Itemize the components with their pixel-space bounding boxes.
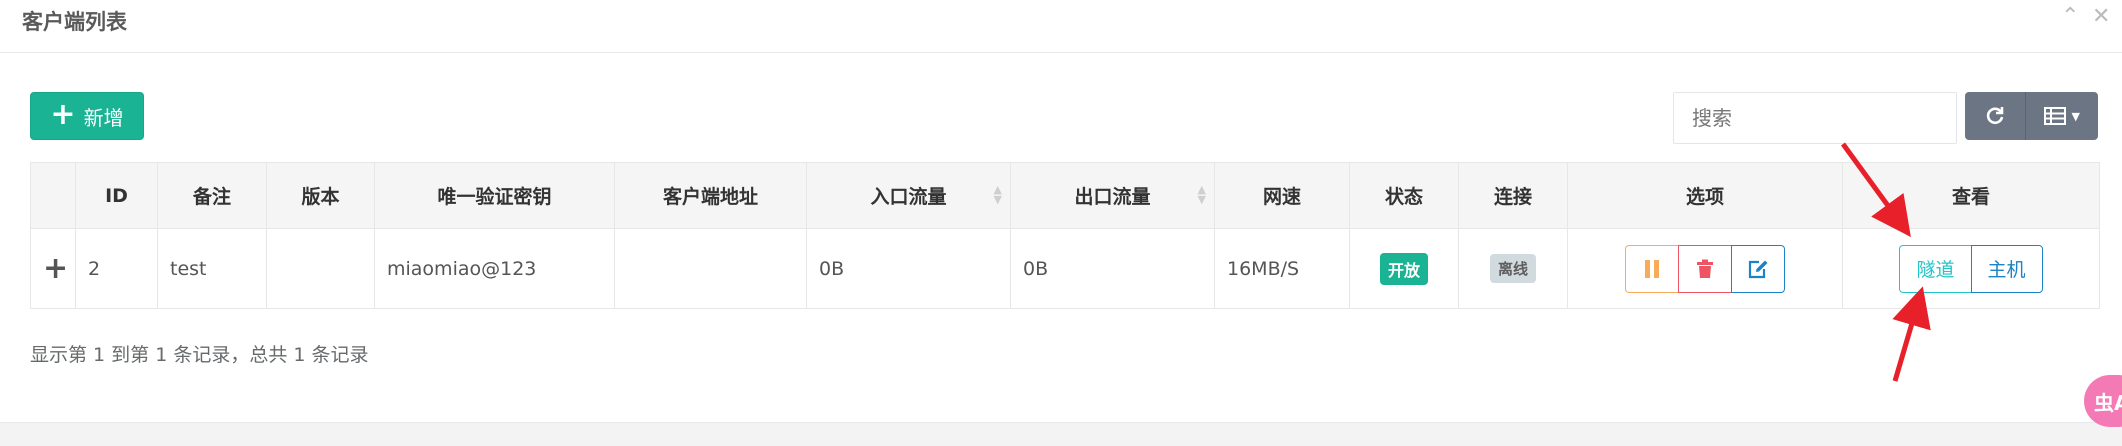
table-toolbar: ▼ bbox=[1965, 92, 2098, 140]
refresh-button[interactable] bbox=[1965, 92, 2026, 140]
header-out-flow[interactable]: 出口流量 ▲ ▼ bbox=[1010, 162, 1215, 229]
header-version[interactable]: 版本 bbox=[266, 162, 375, 229]
cell-view: 隧道 主机 bbox=[1842, 228, 2100, 309]
header-status[interactable]: 状态 bbox=[1349, 162, 1459, 229]
table-header-row: ID 备注 版本 唯一验证密钥 客户端地址 入口流量 ▲ ▼ 出口流量 ▲ ▼ 网速… bbox=[30, 162, 2100, 229]
pause-icon bbox=[1645, 259, 1659, 278]
trash-icon bbox=[1697, 259, 1713, 278]
floating-widget[interactable]: 虫A bbox=[2084, 375, 2122, 427]
connection-badge: 离线 bbox=[1489, 254, 1536, 283]
columns-icon bbox=[2043, 107, 2066, 125]
panel-header: 客户端列表 ⌃ ✕ bbox=[0, 0, 2122, 53]
panel-title: 客户端列表 bbox=[22, 10, 127, 34]
header-connection[interactable]: 连接 bbox=[1458, 162, 1568, 229]
sort-icon[interactable]: ▲ ▼ bbox=[1198, 184, 1206, 205]
header-speed[interactable]: 网速 bbox=[1214, 162, 1350, 229]
header-remark[interactable]: 备注 bbox=[157, 162, 267, 229]
cell-options bbox=[1567, 228, 1843, 309]
refresh-icon bbox=[1986, 107, 2004, 125]
edit-button[interactable] bbox=[1731, 244, 1785, 293]
header-out-flow-label: 出口流量 bbox=[1074, 186, 1151, 208]
cell-key: miaomiao@123 bbox=[374, 228, 615, 309]
edit-icon bbox=[1748, 260, 1768, 278]
header-address[interactable]: 客户端地址 bbox=[614, 162, 807, 229]
cell-out-flow: 0B bbox=[1010, 228, 1215, 309]
page-bottom-band bbox=[0, 422, 2122, 446]
cell-remark: test bbox=[157, 228, 267, 309]
header-id[interactable]: ID bbox=[75, 162, 158, 229]
columns-toggle-button[interactable]: ▼ bbox=[2025, 92, 2098, 140]
add-button[interactable]: + 新增 bbox=[30, 92, 144, 140]
expand-row-icon[interactable]: + bbox=[30, 228, 76, 309]
search-input[interactable] bbox=[1673, 92, 1957, 144]
cell-status: 开放 bbox=[1349, 228, 1459, 309]
cell-address bbox=[614, 228, 807, 309]
header-view: 查看 bbox=[1842, 162, 2100, 229]
plus-icon: + bbox=[50, 96, 76, 132]
header-options: 选项 bbox=[1567, 162, 1843, 229]
header-key[interactable]: 唯一验证密钥 bbox=[374, 162, 615, 229]
status-badge: 开放 bbox=[1379, 252, 1428, 285]
host-button[interactable]: 主机 bbox=[1970, 244, 2043, 293]
collapse-icon[interactable]: ⌃ bbox=[2061, 4, 2079, 29]
pagination-summary: 显示第 1 到第 1 条记录，总共 1 条记录 bbox=[30, 344, 369, 366]
cell-in-flow: 0B bbox=[806, 228, 1011, 309]
client-table: ID 备注 版本 唯一验证密钥 客户端地址 入口流量 ▲ ▼ 出口流量 ▲ ▼ 网速… bbox=[30, 162, 2100, 309]
delete-button[interactable] bbox=[1678, 244, 1732, 293]
header-in-flow[interactable]: 入口流量 ▲ ▼ bbox=[806, 162, 1011, 229]
cell-version bbox=[266, 228, 375, 309]
sort-icon[interactable]: ▲ ▼ bbox=[994, 184, 1002, 205]
header-expand bbox=[30, 162, 76, 229]
cell-speed: 16MB/S bbox=[1214, 228, 1350, 309]
cell-connection: 离线 bbox=[1458, 228, 1568, 309]
chevron-down-icon: ▼ bbox=[2071, 109, 2080, 123]
add-button-label: 新增 bbox=[83, 105, 124, 130]
options-button-group bbox=[1625, 244, 1785, 293]
tunnel-button[interactable]: 隧道 bbox=[1899, 244, 1972, 293]
cell-id: 2 bbox=[75, 228, 158, 309]
close-icon[interactable]: ✕ bbox=[2092, 4, 2110, 29]
table-row: + 2 test miaomiao@123 0B 0B 16MB/S 开放 离线 bbox=[30, 228, 2100, 309]
header-in-flow-label: 入口流量 bbox=[870, 186, 947, 208]
pause-button[interactable] bbox=[1625, 244, 1679, 293]
view-button-group: 隧道 主机 bbox=[1899, 244, 2043, 293]
